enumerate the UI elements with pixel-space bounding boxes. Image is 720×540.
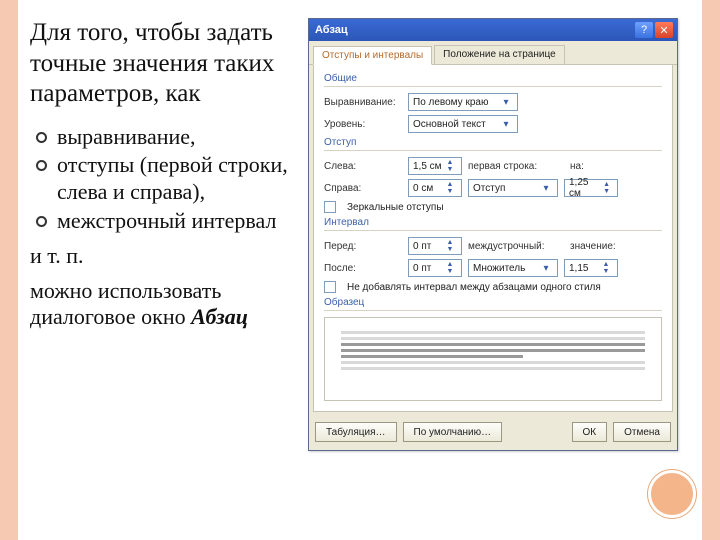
chevron-down-icon: ▾ <box>539 183 553 194</box>
nospace-checkbox[interactable] <box>324 281 336 293</box>
tab-indents[interactable]: Отступы и интервалы <box>313 46 432 65</box>
group-indent: Отступ <box>324 137 662 151</box>
tab-pageposition[interactable]: Положение на странице <box>434 45 564 64</box>
bullet-icon <box>36 160 47 171</box>
spinner-icon: ▲▼ <box>443 261 457 275</box>
level-combo[interactable]: Основной текст ▾ <box>408 115 518 133</box>
list-item: межстрочный интервал <box>36 208 298 235</box>
indent-right-label: Справа: <box>324 183 402 194</box>
alignment-value: По левому краю <box>413 97 488 108</box>
indent-left-value: 1,5 см <box>413 161 442 172</box>
space-before-value: 0 пт <box>413 241 431 252</box>
space-before-spin[interactable]: 0 пт ▲▼ <box>408 237 462 255</box>
dialog-pane: Общие Выравнивание: По левому краю ▾ Уров… <box>313 65 673 412</box>
alignment-combo[interactable]: По левому краю ▾ <box>408 93 518 111</box>
linespacing-value: Множитель <box>473 263 525 274</box>
firstline-value: Отступ <box>473 183 505 194</box>
cancel-button[interactable]: Отмена <box>613 422 671 442</box>
chevron-down-icon: ▾ <box>539 263 553 274</box>
bullet-list: выравнивание, отступы (первой строки, сл… <box>36 124 298 235</box>
slide-accent-circle <box>648 470 696 518</box>
bullet-icon <box>36 216 47 227</box>
list-item: выравнивание, <box>36 124 298 151</box>
level-value: Основной текст <box>413 119 486 130</box>
alignment-label: Выравнивание: <box>324 97 402 108</box>
chevron-down-icon: ▾ <box>499 97 513 108</box>
paragraph-dialog: Абзац ? ✕ Отступы и интервалы Положение … <box>308 18 678 451</box>
slide-heading: Для того, чтобы задать точные значения т… <box>30 18 298 110</box>
bullet-text: отступы (первой строки, слева и справа), <box>57 152 298 206</box>
dialog-titlebar[interactable]: Абзац ? ✕ <box>309 19 677 41</box>
space-after-label: После: <box>324 263 402 274</box>
at-value: 1,15 <box>569 263 588 274</box>
tabs-button[interactable]: Табуляция… <box>315 422 397 442</box>
level-label: Уровень: <box>324 119 402 130</box>
by-label: на: <box>570 161 594 172</box>
at-value-spin[interactable]: 1,15 ▲▼ <box>564 259 618 277</box>
tail-text: и т. п. <box>30 243 298 270</box>
dialog-title: Абзац <box>315 24 633 36</box>
spinner-icon: ▲▼ <box>600 181 613 195</box>
group-general: Общие <box>324 73 662 87</box>
indent-right-value: 0 см <box>413 183 433 194</box>
space-before-label: Перед: <box>324 241 402 252</box>
button-bar: Табуляция… По умолчанию… ОК Отмена <box>309 416 677 450</box>
bullet-icon <box>36 132 47 143</box>
para-emphasis: Абзац <box>191 304 248 329</box>
indent-by-value: 1,25 см <box>569 177 600 199</box>
default-button[interactable]: По умолчанию… <box>403 422 503 442</box>
indent-left-label: Слева: <box>324 161 402 172</box>
linespacing-label: междустрочный: <box>468 241 564 252</box>
help-icon[interactable]: ? <box>635 22 653 38</box>
firstline-label: первая строка: <box>468 161 564 172</box>
chevron-down-icon: ▾ <box>499 119 513 130</box>
spinner-icon: ▲▼ <box>443 239 457 253</box>
spinner-icon: ▲▼ <box>443 159 457 173</box>
preview-box <box>324 317 662 401</box>
space-after-value: 0 пт <box>413 263 431 274</box>
space-after-spin[interactable]: 0 пт ▲▼ <box>408 259 462 277</box>
indent-right-spin[interactable]: 0 см ▲▼ <box>408 179 462 197</box>
close-icon[interactable]: ✕ <box>655 22 673 38</box>
firstline-combo[interactable]: Отступ ▾ <box>468 179 558 197</box>
spinner-icon: ▲▼ <box>599 261 613 275</box>
slide-paragraph: можно использовать диалоговое окно Абзац <box>30 278 298 332</box>
at-label: значение: <box>570 241 616 252</box>
indent-left-spin[interactable]: 1,5 см▲▼ <box>408 157 462 175</box>
linespacing-combo[interactable]: Множитель ▾ <box>468 259 558 277</box>
indent-by-spin[interactable]: 1,25 см▲▼ <box>564 179 618 197</box>
list-item: отступы (первой строки, слева и справа), <box>36 152 298 206</box>
mirror-indent-checkbox[interactable] <box>324 201 336 213</box>
bullet-text: межстрочный интервал <box>57 208 276 235</box>
group-spacing: Интервал <box>324 217 662 231</box>
spinner-icon: ▲▼ <box>443 181 457 195</box>
mirror-indent-label: Зеркальные отступы <box>347 202 444 213</box>
bullet-text: выравнивание, <box>57 124 196 151</box>
tab-strip: Отступы и интервалы Положение на страниц… <box>309 41 677 65</box>
nospace-label: Не добавлять интервал между абзацами одн… <box>347 282 601 293</box>
ok-button[interactable]: ОК <box>572 422 608 442</box>
group-preview: Образец <box>324 297 662 311</box>
